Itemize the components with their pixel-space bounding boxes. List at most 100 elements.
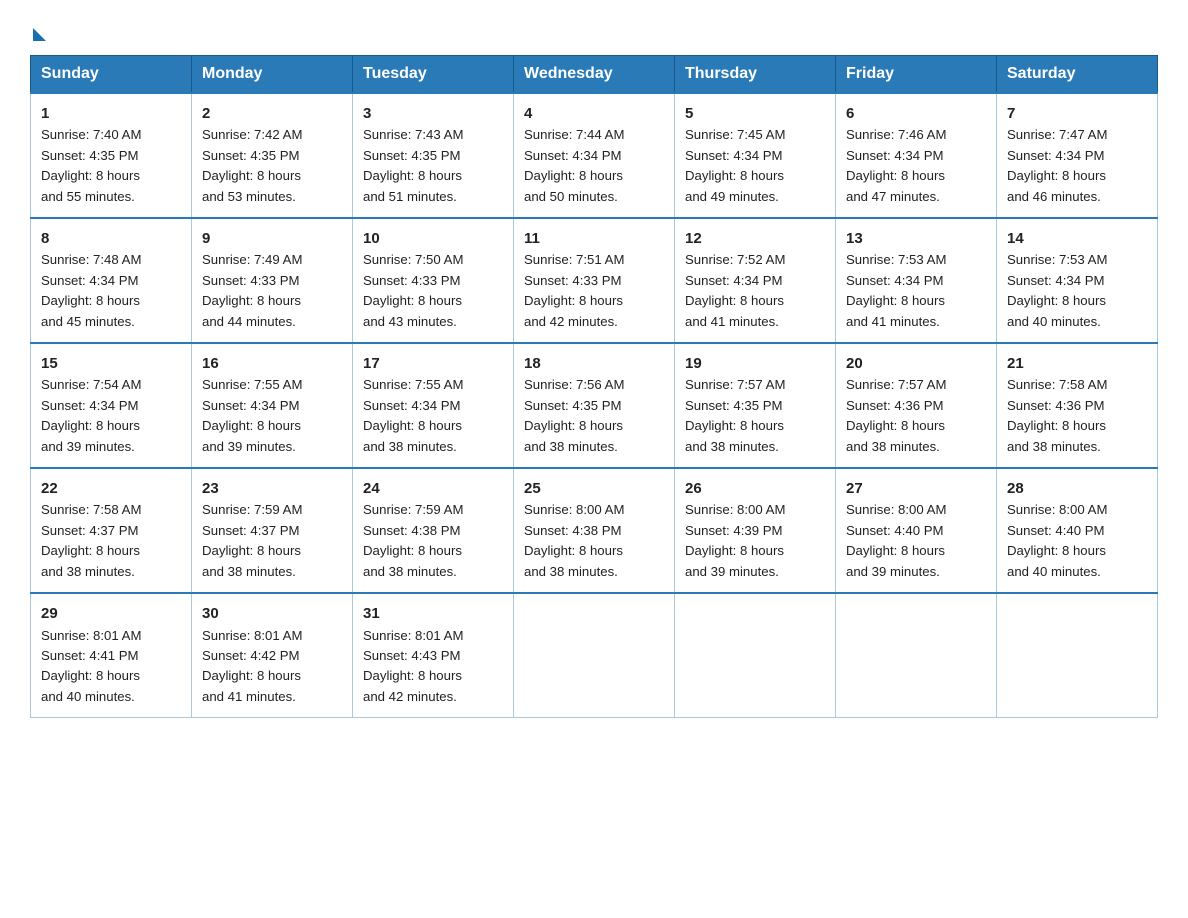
day-number: 4 [524, 102, 664, 125]
day-info: Sunrise: 7:58 AMSunset: 4:36 PMDaylight:… [1007, 375, 1147, 457]
day-number: 23 [202, 477, 342, 500]
day-number: 12 [685, 227, 825, 250]
calendar-cell: 14Sunrise: 7:53 AMSunset: 4:34 PMDayligh… [997, 218, 1158, 343]
day-number: 30 [202, 602, 342, 625]
day-number: 8 [41, 227, 181, 250]
calendar-cell: 28Sunrise: 8:00 AMSunset: 4:40 PMDayligh… [997, 468, 1158, 593]
logo-arrow-icon [33, 28, 46, 41]
day-info: Sunrise: 7:49 AMSunset: 4:33 PMDaylight:… [202, 250, 342, 332]
calendar-cell: 5Sunrise: 7:45 AMSunset: 4:34 PMDaylight… [675, 93, 836, 218]
day-info: Sunrise: 7:54 AMSunset: 4:34 PMDaylight:… [41, 375, 181, 457]
day-info: Sunrise: 7:55 AMSunset: 4:34 PMDaylight:… [202, 375, 342, 457]
header-friday: Friday [836, 56, 997, 94]
calendar-cell: 27Sunrise: 8:00 AMSunset: 4:40 PMDayligh… [836, 468, 997, 593]
day-number: 26 [685, 477, 825, 500]
day-number: 15 [41, 352, 181, 375]
calendar-cell: 8Sunrise: 7:48 AMSunset: 4:34 PMDaylight… [31, 218, 192, 343]
day-info: Sunrise: 7:57 AMSunset: 4:36 PMDaylight:… [846, 375, 986, 457]
day-number: 31 [363, 602, 503, 625]
day-info: Sunrise: 8:00 AMSunset: 4:40 PMDaylight:… [846, 500, 986, 582]
day-number: 29 [41, 602, 181, 625]
calendar-cell [514, 593, 675, 718]
day-number: 18 [524, 352, 664, 375]
day-info: Sunrise: 7:59 AMSunset: 4:37 PMDaylight:… [202, 500, 342, 582]
day-number: 5 [685, 102, 825, 125]
day-info: Sunrise: 7:48 AMSunset: 4:34 PMDaylight:… [41, 250, 181, 332]
logo [30, 20, 46, 37]
calendar-cell: 19Sunrise: 7:57 AMSunset: 4:35 PMDayligh… [675, 343, 836, 468]
day-number: 13 [846, 227, 986, 250]
day-number: 27 [846, 477, 986, 500]
header-saturday: Saturday [997, 56, 1158, 94]
calendar-cell: 17Sunrise: 7:55 AMSunset: 4:34 PMDayligh… [353, 343, 514, 468]
calendar-cell: 22Sunrise: 7:58 AMSunset: 4:37 PMDayligh… [31, 468, 192, 593]
calendar-cell: 20Sunrise: 7:57 AMSunset: 4:36 PMDayligh… [836, 343, 997, 468]
day-number: 14 [1007, 227, 1147, 250]
day-info: Sunrise: 7:57 AMSunset: 4:35 PMDaylight:… [685, 375, 825, 457]
day-info: Sunrise: 7:55 AMSunset: 4:34 PMDaylight:… [363, 375, 503, 457]
day-info: Sunrise: 8:01 AMSunset: 4:41 PMDaylight:… [41, 626, 181, 708]
day-number: 3 [363, 102, 503, 125]
day-info: Sunrise: 7:51 AMSunset: 4:33 PMDaylight:… [524, 250, 664, 332]
day-info: Sunrise: 7:44 AMSunset: 4:34 PMDaylight:… [524, 125, 664, 207]
day-number: 24 [363, 477, 503, 500]
calendar-cell: 2Sunrise: 7:42 AMSunset: 4:35 PMDaylight… [192, 93, 353, 218]
calendar-cell: 12Sunrise: 7:52 AMSunset: 4:34 PMDayligh… [675, 218, 836, 343]
calendar-cell: 6Sunrise: 7:46 AMSunset: 4:34 PMDaylight… [836, 93, 997, 218]
day-info: Sunrise: 7:56 AMSunset: 4:35 PMDaylight:… [524, 375, 664, 457]
day-info: Sunrise: 7:59 AMSunset: 4:38 PMDaylight:… [363, 500, 503, 582]
calendar-cell: 3Sunrise: 7:43 AMSunset: 4:35 PMDaylight… [353, 93, 514, 218]
header-monday: Monday [192, 56, 353, 94]
calendar-cell: 31Sunrise: 8:01 AMSunset: 4:43 PMDayligh… [353, 593, 514, 718]
day-number: 22 [41, 477, 181, 500]
day-info: Sunrise: 7:40 AMSunset: 4:35 PMDaylight:… [41, 125, 181, 207]
day-number: 25 [524, 477, 664, 500]
day-number: 7 [1007, 102, 1147, 125]
calendar-cell: 9Sunrise: 7:49 AMSunset: 4:33 PMDaylight… [192, 218, 353, 343]
calendar-cell: 13Sunrise: 7:53 AMSunset: 4:34 PMDayligh… [836, 218, 997, 343]
calendar-cell: 15Sunrise: 7:54 AMSunset: 4:34 PMDayligh… [31, 343, 192, 468]
day-number: 19 [685, 352, 825, 375]
calendar-cell: 30Sunrise: 8:01 AMSunset: 4:42 PMDayligh… [192, 593, 353, 718]
day-number: 17 [363, 352, 503, 375]
day-info: Sunrise: 7:53 AMSunset: 4:34 PMDaylight:… [846, 250, 986, 332]
header-sunday: Sunday [31, 56, 192, 94]
day-info: Sunrise: 7:52 AMSunset: 4:34 PMDaylight:… [685, 250, 825, 332]
calendar-cell [997, 593, 1158, 718]
day-info: Sunrise: 7:43 AMSunset: 4:35 PMDaylight:… [363, 125, 503, 207]
day-info: Sunrise: 8:00 AMSunset: 4:39 PMDaylight:… [685, 500, 825, 582]
calendar-cell: 26Sunrise: 8:00 AMSunset: 4:39 PMDayligh… [675, 468, 836, 593]
calendar-cell: 1Sunrise: 7:40 AMSunset: 4:35 PMDaylight… [31, 93, 192, 218]
day-info: Sunrise: 7:53 AMSunset: 4:34 PMDaylight:… [1007, 250, 1147, 332]
week-row-1: 1Sunrise: 7:40 AMSunset: 4:35 PMDaylight… [31, 93, 1158, 218]
page-header [30, 20, 1158, 37]
week-row-2: 8Sunrise: 7:48 AMSunset: 4:34 PMDaylight… [31, 218, 1158, 343]
day-number: 1 [41, 102, 181, 125]
day-number: 11 [524, 227, 664, 250]
calendar-cell [836, 593, 997, 718]
calendar-cell: 11Sunrise: 7:51 AMSunset: 4:33 PMDayligh… [514, 218, 675, 343]
day-number: 9 [202, 227, 342, 250]
day-number: 20 [846, 352, 986, 375]
day-info: Sunrise: 8:00 AMSunset: 4:38 PMDaylight:… [524, 500, 664, 582]
calendar-cell: 4Sunrise: 7:44 AMSunset: 4:34 PMDaylight… [514, 93, 675, 218]
day-info: Sunrise: 7:42 AMSunset: 4:35 PMDaylight:… [202, 125, 342, 207]
day-info: Sunrise: 7:50 AMSunset: 4:33 PMDaylight:… [363, 250, 503, 332]
calendar-cell: 7Sunrise: 7:47 AMSunset: 4:34 PMDaylight… [997, 93, 1158, 218]
week-row-4: 22Sunrise: 7:58 AMSunset: 4:37 PMDayligh… [31, 468, 1158, 593]
week-row-5: 29Sunrise: 8:01 AMSunset: 4:41 PMDayligh… [31, 593, 1158, 718]
day-info: Sunrise: 8:01 AMSunset: 4:43 PMDaylight:… [363, 626, 503, 708]
day-info: Sunrise: 7:58 AMSunset: 4:37 PMDaylight:… [41, 500, 181, 582]
calendar-cell: 16Sunrise: 7:55 AMSunset: 4:34 PMDayligh… [192, 343, 353, 468]
calendar-cell: 24Sunrise: 7:59 AMSunset: 4:38 PMDayligh… [353, 468, 514, 593]
day-number: 2 [202, 102, 342, 125]
calendar-cell: 21Sunrise: 7:58 AMSunset: 4:36 PMDayligh… [997, 343, 1158, 468]
calendar-cell: 25Sunrise: 8:00 AMSunset: 4:38 PMDayligh… [514, 468, 675, 593]
day-number: 21 [1007, 352, 1147, 375]
day-info: Sunrise: 7:47 AMSunset: 4:34 PMDaylight:… [1007, 125, 1147, 207]
day-info: Sunrise: 7:45 AMSunset: 4:34 PMDaylight:… [685, 125, 825, 207]
day-info: Sunrise: 8:01 AMSunset: 4:42 PMDaylight:… [202, 626, 342, 708]
calendar-cell: 10Sunrise: 7:50 AMSunset: 4:33 PMDayligh… [353, 218, 514, 343]
header-tuesday: Tuesday [353, 56, 514, 94]
day-number: 6 [846, 102, 986, 125]
